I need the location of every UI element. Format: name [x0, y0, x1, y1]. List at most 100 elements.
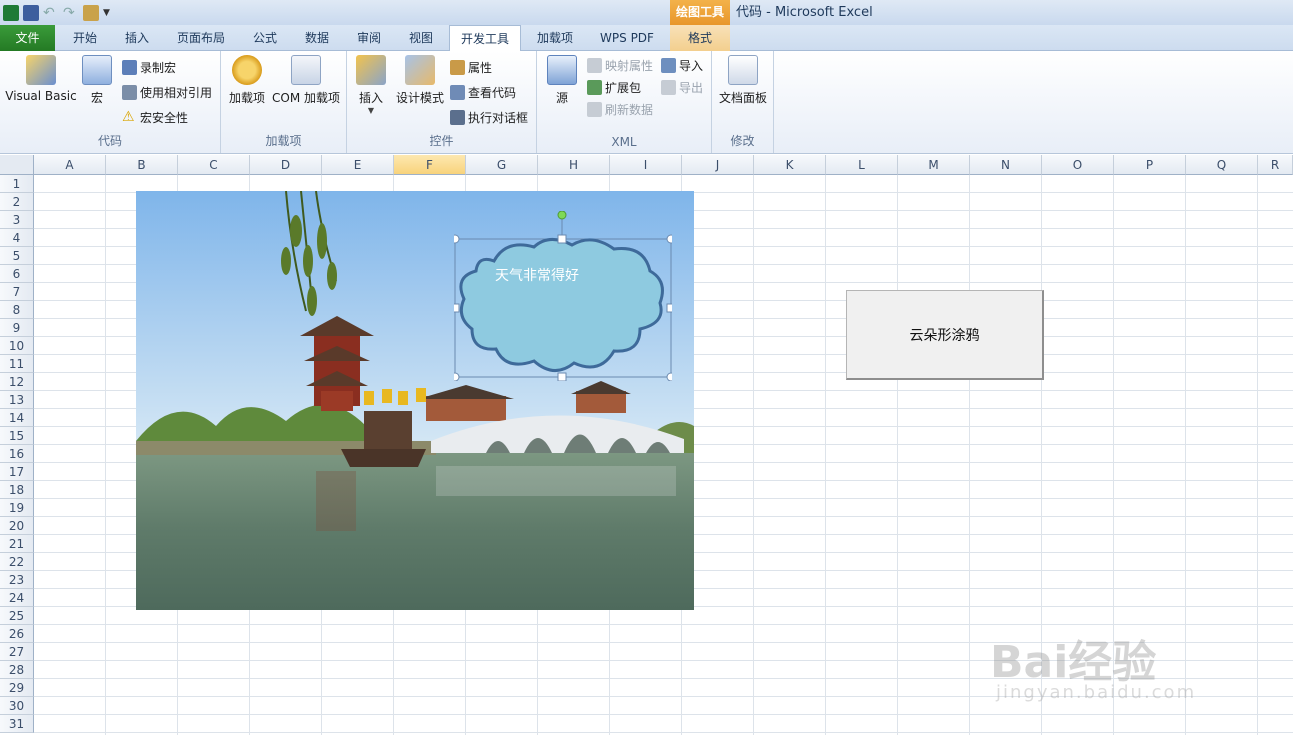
- row-header-13[interactable]: 13: [0, 391, 34, 409]
- row-header-20[interactable]: 20: [0, 517, 34, 535]
- row-header-9[interactable]: 9: [0, 319, 34, 337]
- refresh-data-button[interactable]: 刷新数据: [587, 99, 653, 119]
- column-header-r[interactable]: R: [1258, 155, 1293, 175]
- tab-developer[interactable]: 开发工具: [449, 25, 521, 52]
- relative-reference-button[interactable]: 使用相对引用: [122, 82, 212, 102]
- undo-icon[interactable]: ↶: [43, 5, 59, 21]
- row-header-25[interactable]: 25: [0, 607, 34, 625]
- column-header-h[interactable]: H: [538, 155, 610, 175]
- document-panel-button[interactable]: 文档面板: [716, 55, 770, 106]
- row-header-29[interactable]: 29: [0, 679, 34, 697]
- column-header-l[interactable]: L: [826, 155, 898, 175]
- resize-handle-icon[interactable]: [450, 303, 460, 313]
- design-mode-button[interactable]: 设计模式: [393, 55, 447, 106]
- column-header-a[interactable]: A: [34, 155, 106, 175]
- column-header-d[interactable]: D: [250, 155, 322, 175]
- tab-formulas[interactable]: 公式: [240, 25, 290, 51]
- export-button[interactable]: 导出: [661, 77, 703, 97]
- tab-data[interactable]: 数据: [293, 25, 341, 51]
- resize-handle-icon[interactable]: [666, 303, 676, 313]
- column-header-f[interactable]: F: [394, 155, 466, 175]
- com-addins-button[interactable]: COM 加载项: [269, 55, 343, 106]
- row-header-15[interactable]: 15: [0, 427, 34, 445]
- row-header-21[interactable]: 21: [0, 535, 34, 553]
- macros-button[interactable]: 宏: [80, 55, 114, 106]
- row-header-28[interactable]: 28: [0, 661, 34, 679]
- row-header-6[interactable]: 6: [0, 265, 34, 283]
- tab-review[interactable]: 审阅: [345, 25, 393, 51]
- row-header-14[interactable]: 14: [0, 409, 34, 427]
- row-header-3[interactable]: 3: [0, 211, 34, 229]
- row-header-30[interactable]: 30: [0, 697, 34, 715]
- column-header-g[interactable]: G: [466, 155, 538, 175]
- resize-handle-icon[interactable]: [557, 372, 567, 382]
- tab-file[interactable]: 文件: [0, 25, 55, 51]
- map-properties-button[interactable]: 映射属性: [587, 55, 653, 75]
- chevron-down-icon[interactable]: ▼: [103, 5, 119, 21]
- column-header-c[interactable]: C: [178, 155, 250, 175]
- properties-button[interactable]: 属性: [450, 57, 492, 77]
- import-button[interactable]: 导入: [661, 55, 703, 75]
- resize-handle-icon[interactable]: [666, 234, 676, 244]
- run-dialog-button[interactable]: 执行对话框: [450, 107, 528, 127]
- visual-basic-button[interactable]: Visual Basic: [4, 55, 78, 103]
- select-all-corner[interactable]: [0, 155, 34, 175]
- row-header-5[interactable]: 5: [0, 247, 34, 265]
- column-header-k[interactable]: K: [754, 155, 826, 175]
- tab-home[interactable]: 开始: [60, 25, 110, 51]
- resize-handle-icon[interactable]: [666, 372, 676, 382]
- record-macro-button[interactable]: 录制宏: [122, 57, 176, 77]
- tab-wps-pdf[interactable]: WPS PDF: [590, 25, 664, 51]
- column-header-n[interactable]: N: [970, 155, 1042, 175]
- column-header-i[interactable]: I: [610, 155, 682, 175]
- row-header-8[interactable]: 8: [0, 301, 34, 319]
- tab-page-layout[interactable]: 页面布局: [166, 25, 236, 51]
- addins-button[interactable]: 加载项: [225, 55, 269, 106]
- column-header-q[interactable]: Q: [1186, 155, 1258, 175]
- tab-view[interactable]: 视图: [397, 25, 445, 51]
- column-header-p[interactable]: P: [1114, 155, 1186, 175]
- customize-icon[interactable]: [83, 4, 99, 21]
- insert-control-button[interactable]: 插入 ▼: [353, 55, 389, 115]
- row-header-2[interactable]: 2: [0, 193, 34, 211]
- row-header-17[interactable]: 17: [0, 463, 34, 481]
- row-header-16[interactable]: 16: [0, 445, 34, 463]
- row-header-1[interactable]: 1: [0, 175, 34, 193]
- cloud-shape[interactable]: 天气非常得好: [450, 210, 676, 382]
- resize-handle-icon[interactable]: [450, 234, 460, 244]
- rotate-handle-icon[interactable]: [557, 210, 567, 220]
- tab-addins[interactable]: 加载项: [526, 25, 584, 51]
- expansion-packs-button[interactable]: 扩展包: [587, 77, 641, 97]
- tab-insert[interactable]: 插入: [113, 25, 161, 51]
- row-header-23[interactable]: 23: [0, 571, 34, 589]
- row-header-24[interactable]: 24: [0, 589, 34, 607]
- row-header-11[interactable]: 11: [0, 355, 34, 373]
- row-header-27[interactable]: 27: [0, 643, 34, 661]
- row-header-12[interactable]: 12: [0, 373, 34, 391]
- row-header-19[interactable]: 19: [0, 499, 34, 517]
- column-header-j[interactable]: J: [682, 155, 754, 175]
- cloud-doodle-button[interactable]: 云朵形涂鸦: [846, 290, 1044, 380]
- column-header-b[interactable]: B: [106, 155, 178, 175]
- column-header-o[interactable]: O: [1042, 155, 1114, 175]
- column-header-e[interactable]: E: [322, 155, 394, 175]
- tab-format[interactable]: 格式: [670, 25, 730, 51]
- view-code-button[interactable]: 查看代码: [450, 82, 516, 102]
- row-header-26[interactable]: 26: [0, 625, 34, 643]
- row-header-31[interactable]: 31: [0, 715, 34, 733]
- row-header-7[interactable]: 7: [0, 283, 34, 301]
- macro-security-button[interactable]: ⚠ 宏安全性: [122, 107, 188, 127]
- cloud-shape-text[interactable]: 天气非常得好: [495, 265, 579, 285]
- row-header-4[interactable]: 4: [0, 229, 34, 247]
- record-macro-icon: [122, 59, 137, 75]
- resize-handle-icon[interactable]: [450, 372, 460, 382]
- row-header-22[interactable]: 22: [0, 553, 34, 571]
- resize-handle-icon[interactable]: [557, 234, 567, 244]
- save-icon[interactable]: [23, 4, 39, 21]
- column-header-m[interactable]: M: [898, 155, 970, 175]
- xml-source-button[interactable]: 源: [545, 55, 579, 106]
- row-header-18[interactable]: 18: [0, 481, 34, 499]
- row-header-10[interactable]: 10: [0, 337, 34, 355]
- gear-icon: [232, 55, 262, 85]
- redo-icon[interactable]: ↷: [63, 5, 79, 21]
